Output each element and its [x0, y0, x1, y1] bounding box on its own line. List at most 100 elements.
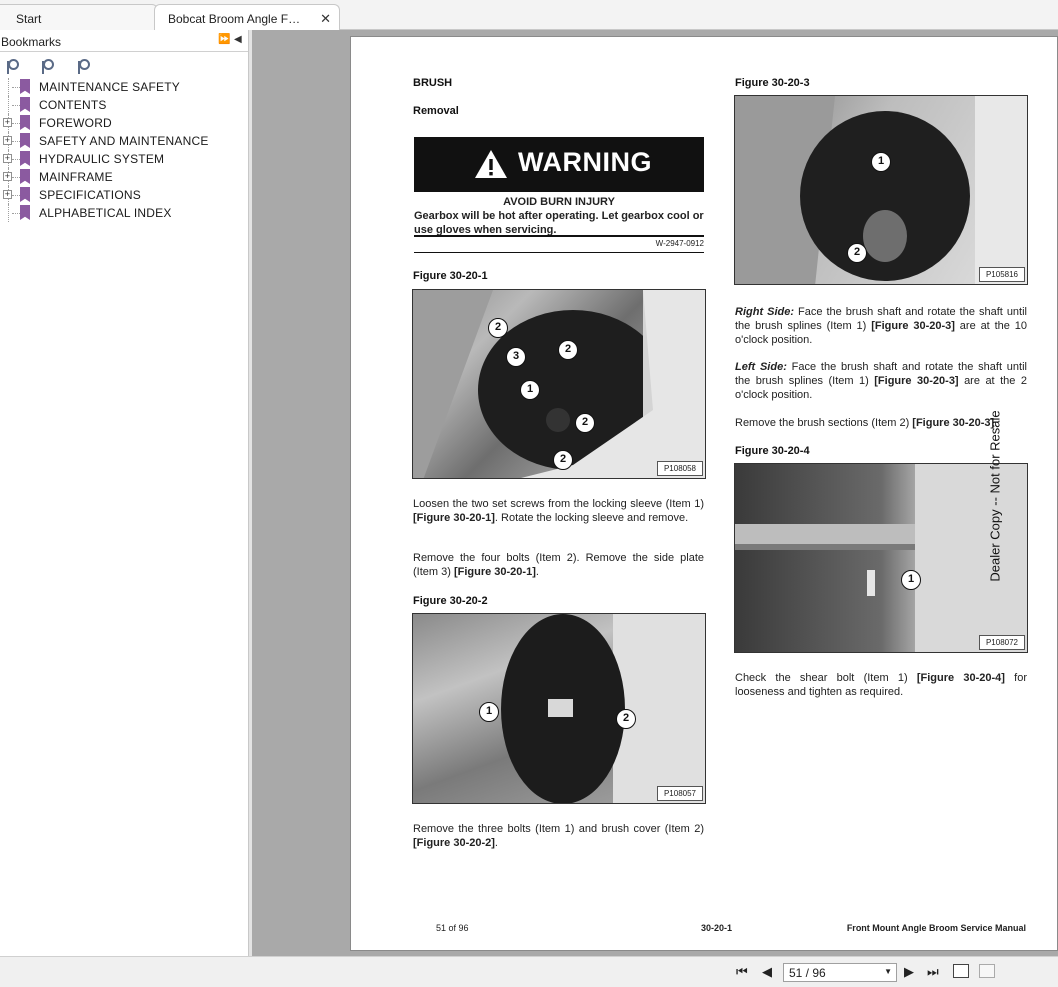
bookmark-icon	[20, 169, 30, 184]
chevron-down-icon: ▼	[884, 967, 892, 976]
figure-2-callout: 1	[479, 702, 499, 722]
tab-bar: Start Bobcat Broom Angle F… ✕	[0, 0, 1058, 30]
figure-2-callout: 2	[616, 709, 636, 729]
figure-2-label: P108057	[656, 786, 703, 801]
bookmark-label: SPECIFICATIONS	[39, 188, 141, 202]
expand-toggle-icon[interactable]: +	[3, 172, 12, 181]
left-side-text: Left Side: Face the brush shaft and rota…	[735, 361, 1027, 401]
bookmark-item[interactable]: ALPHABETICAL INDEX	[0, 204, 248, 222]
bookmark-label: SAFETY AND MAINTENANCE	[39, 134, 209, 148]
figure-3-photo: 1 2 P105816	[734, 95, 1028, 285]
bookmark-label: CONTENTS	[39, 98, 107, 112]
figure-1-callout: 2	[575, 413, 595, 433]
figure-4-caption: Figure 30-20-4	[735, 445, 810, 457]
figure-2-photo: 1 2 P108057	[412, 613, 706, 804]
right-side-text: Right Side: Face the brush shaft and rot…	[735, 306, 1027, 346]
figure-1-callout: 2	[488, 318, 508, 338]
page-number: 30-20-1	[701, 923, 733, 933]
close-tab-icon[interactable]: ✕	[320, 11, 331, 27]
manual-title: Front Mount Angle Broom Service Manual	[846, 923, 1026, 933]
page-counter: 51 of 96	[436, 923, 469, 933]
bookmark-label: ALPHABETICAL INDEX	[39, 206, 172, 220]
bookmark-icon	[20, 79, 30, 94]
bookmark-toolbar	[0, 52, 248, 78]
bookmarks-header: Bookmarks ⏩ ◀	[0, 30, 248, 52]
warning-banner: WARNING	[414, 137, 704, 192]
bookmark-label: HYDRAULIC SYSTEM	[39, 152, 165, 166]
previous-page-icon[interactable]: ◀	[762, 964, 772, 980]
pdf-page: BRUSH Removal WARNING AVOID BURN INJURY …	[350, 36, 1058, 951]
tree-line	[12, 141, 20, 142]
bookmark-icon	[20, 97, 30, 112]
page-selector[interactable]: 51 / 96 ▼	[783, 963, 897, 982]
figure-4-callout: 1	[901, 570, 921, 590]
bookmark-label: MAINFRAME	[39, 170, 113, 184]
tab-start-label: Start	[16, 12, 42, 26]
expand-toggle-icon[interactable]: +	[3, 118, 12, 127]
first-page-icon[interactable]: ⏮	[736, 964, 748, 980]
bookmark-item[interactable]: MAINTENANCE SAFETY	[0, 78, 248, 96]
collapse-bookmark-icon[interactable]	[41, 58, 57, 74]
tree-line	[12, 87, 20, 88]
expand-toggle-icon[interactable]: +	[3, 136, 12, 145]
figure-3-callout: 2	[847, 243, 867, 263]
tab-document-label: Bobcat Broom Angle F…	[168, 12, 301, 26]
section-subheading: Removal	[413, 105, 459, 117]
tab-document[interactable]: Bobcat Broom Angle F… ✕	[154, 4, 340, 30]
last-page-icon[interactable]: ⏭	[927, 964, 939, 980]
bookmark-tree: MAINTENANCE SAFETY CONTENTS + FOREWORD + SAFE…	[0, 78, 248, 222]
bookmark-item[interactable]: CONTENTS	[0, 96, 248, 114]
figure-3-caption: Figure 30-20-3	[735, 77, 810, 89]
warning-triangle-icon	[475, 150, 507, 178]
figure-1-label: P108058	[656, 461, 703, 476]
figure-1-callout: 1	[520, 380, 540, 400]
tree-line	[12, 123, 20, 124]
bookmark-icon	[20, 187, 30, 202]
bookmark-item[interactable]: + MAINFRAME	[0, 168, 248, 186]
figure-1-callout: 2	[553, 450, 573, 470]
figure-2-illustration	[501, 614, 705, 803]
bookmark-item[interactable]: + SPECIFICATIONS	[0, 186, 248, 204]
bookmark-label: MAINTENANCE SAFETY	[39, 80, 180, 94]
watermark: Dealer Copy -- Not for Resale	[987, 409, 1003, 582]
warning-text: Gearbox will be hot after operating. Let…	[414, 210, 704, 236]
bookmark-icon	[20, 151, 30, 166]
warning-subtitle: AVOID BURN INJURY	[503, 196, 615, 208]
tab-start[interactable]: Start	[0, 4, 158, 30]
tree-line	[12, 177, 20, 178]
fit-page-icon[interactable]	[953, 964, 969, 978]
expand-toggle-icon[interactable]: +	[3, 154, 12, 163]
next-page-icon[interactable]: ▶	[904, 964, 914, 980]
figure-4-label: P108072	[978, 635, 1025, 650]
warning-title: WARNING	[518, 147, 652, 177]
bookmark-icon	[20, 115, 30, 130]
figure-2-caption: Figure 30-20-2	[413, 595, 488, 607]
figure-1-photo: 2 3 2 1 2 2 P108058	[412, 289, 706, 479]
page-selector-value: 51 / 96	[789, 966, 826, 980]
bookmark-item[interactable]: + HYDRAULIC SYSTEM	[0, 150, 248, 168]
figure-1-callout: 2	[558, 340, 578, 360]
figure-3-illustration	[735, 96, 1027, 284]
two-page-icon[interactable]	[979, 964, 995, 978]
step-2-text: Remove the four bolts (Item 2). Remove t…	[413, 552, 704, 578]
step-1-text: Loosen the two set screws from the locki…	[413, 498, 704, 524]
step-5-text: Check the shear bolt (Item 1) [Figure 30…	[735, 672, 1027, 698]
bookmark-icon	[20, 133, 30, 148]
figure-1-caption: Figure 30-20-1	[413, 270, 488, 282]
figure-3-callout: 1	[871, 152, 891, 172]
bookmark-item[interactable]: + SAFETY AND MAINTENANCE	[0, 132, 248, 150]
tree-line	[12, 213, 20, 214]
figure-3-label: P105816	[978, 267, 1025, 282]
figure-1-callout: 3	[506, 347, 526, 367]
expand-bookmark-icon[interactable]	[6, 58, 22, 74]
expand-toggle-icon[interactable]: +	[3, 190, 12, 199]
collapse-panel-icon[interactable]: ◀	[234, 34, 242, 45]
find-bookmark-icon[interactable]	[77, 58, 93, 74]
step-3-text: Remove the three bolts (Item 1) and brus…	[413, 823, 704, 849]
bookmark-item[interactable]: + FOREWORD	[0, 114, 248, 132]
bookmarks-panel: Bookmarks ⏩ ◀ MAINTENANCE SAFETY CONTENTS…	[0, 30, 249, 956]
tree-line	[12, 195, 20, 196]
expand-panel-icon[interactable]: ⏩	[218, 34, 230, 45]
bookmark-icon	[20, 205, 30, 220]
bookmark-label: FOREWORD	[39, 116, 112, 130]
